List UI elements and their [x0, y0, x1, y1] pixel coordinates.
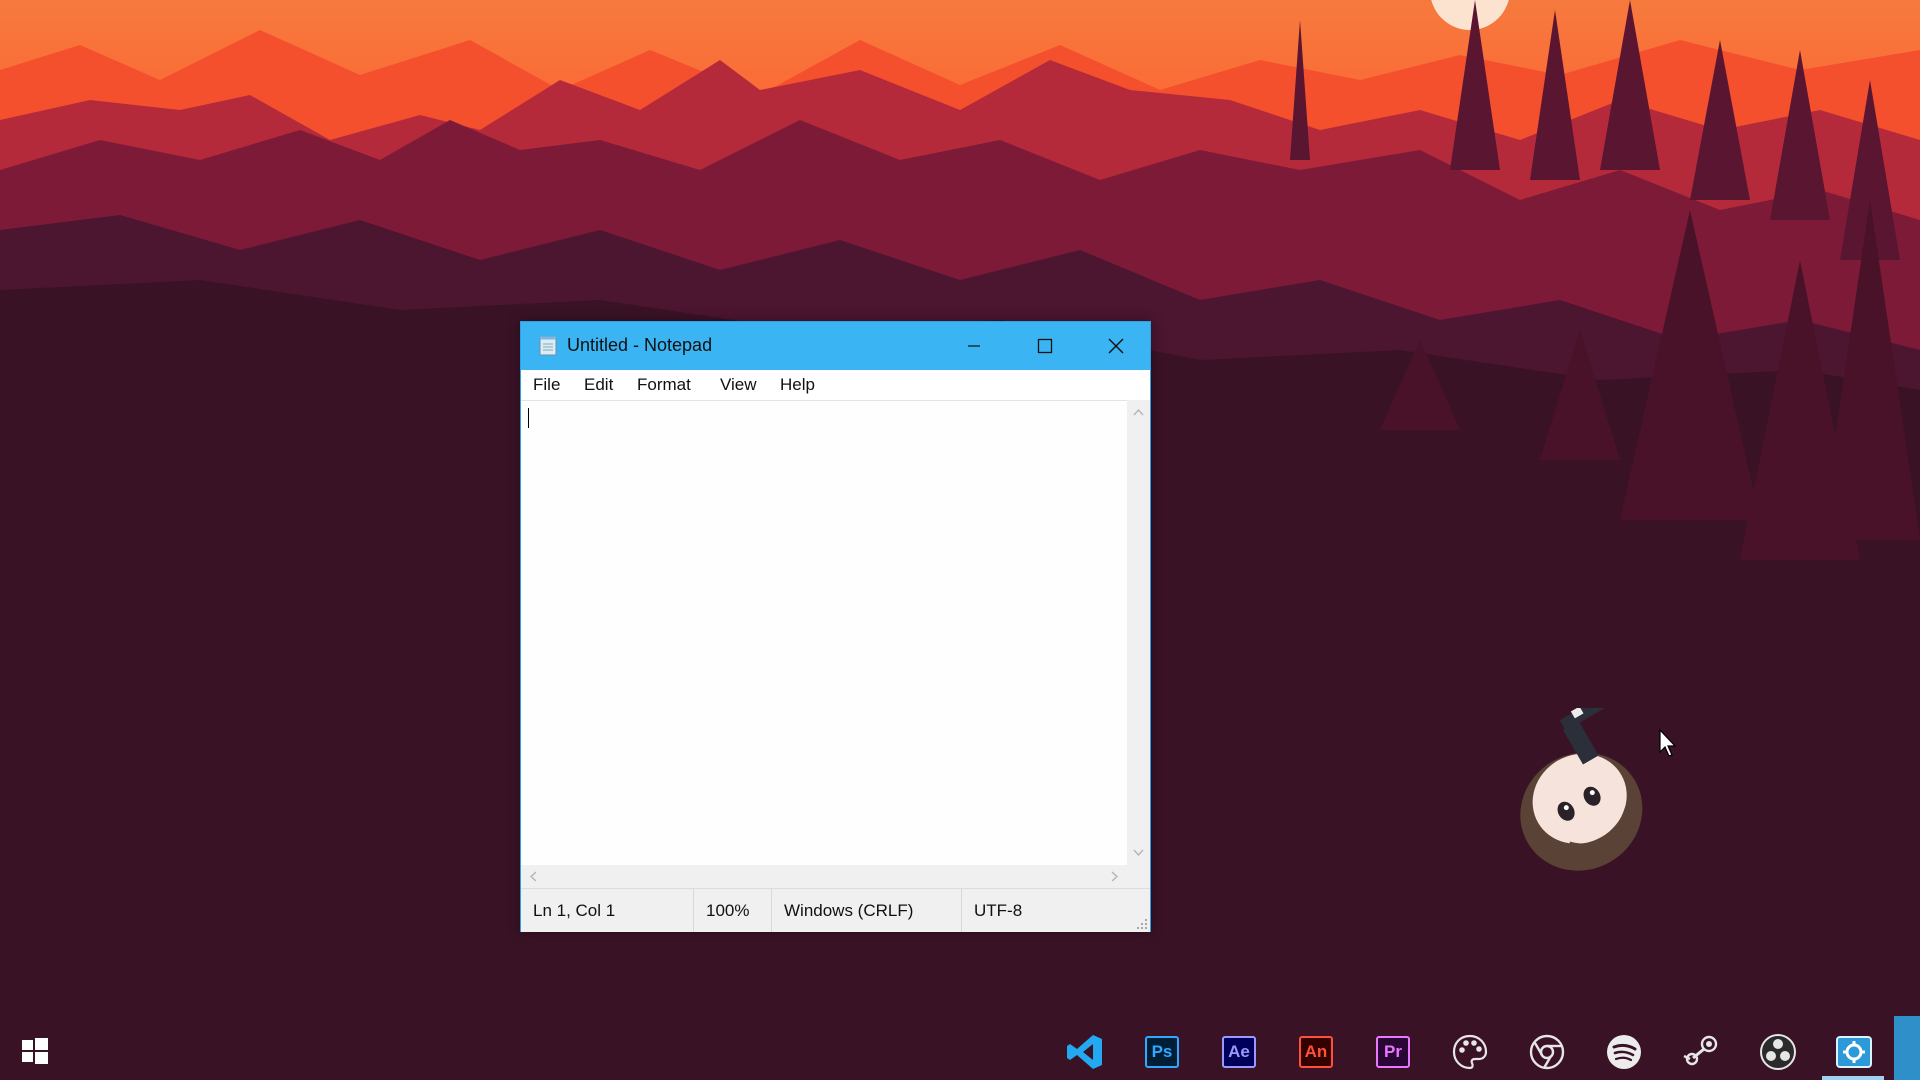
taskbar-app-spotify[interactable] — [1602, 1030, 1646, 1074]
minimize-button[interactable] — [939, 322, 1009, 370]
horizontal-scrollbar[interactable] — [521, 865, 1127, 888]
taskbar-app-obs[interactable] — [1756, 1030, 1800, 1074]
scroll-up-icon[interactable] — [1133, 408, 1144, 416]
mouse-cursor-icon — [1659, 728, 1677, 757]
menu-bar: File Edit Format View Help — [521, 370, 1150, 400]
taskbar-app-after-effects[interactable]: Ae — [1217, 1030, 1261, 1074]
spotify-icon — [1607, 1035, 1641, 1069]
vscode-icon — [1067, 1035, 1102, 1069]
close-icon — [1108, 338, 1124, 354]
status-encoding: UTF-8 — [961, 889, 1150, 932]
maximize-button[interactable] — [1010, 322, 1080, 370]
taskbar: Ps Ae An Pr — [0, 1020, 1920, 1080]
notepad-window: Untitled - Notepad File Edit Format View… — [520, 321, 1151, 932]
menu-file[interactable]: File — [531, 375, 562, 395]
taskbar-app-vscode[interactable] — [1063, 1030, 1107, 1074]
palette-icon — [1452, 1034, 1488, 1070]
animate-icon: An — [1299, 1036, 1333, 1068]
window-title: Untitled - Notepad — [567, 335, 713, 355]
text-editor[interactable] — [521, 400, 1127, 866]
taskbar-app-palette[interactable] — [1448, 1030, 1492, 1074]
menu-format[interactable]: Format — [635, 375, 693, 395]
taskbar-app-steam[interactable] — [1679, 1030, 1723, 1074]
title-bar[interactable]: Untitled - Notepad — [521, 322, 1150, 370]
resize-grip-icon[interactable] — [1136, 918, 1148, 930]
scroll-left-icon[interactable] — [529, 871, 537, 882]
obs-icon — [1760, 1034, 1796, 1070]
notepad-icon — [539, 336, 557, 356]
windows-start-icon[interactable] — [22, 1038, 48, 1064]
status-zoom: 100% — [693, 889, 771, 932]
maximize-icon — [1037, 338, 1053, 354]
photoshop-icon: Ps — [1145, 1036, 1179, 1068]
taskbar-app-photoshop[interactable]: Ps — [1140, 1030, 1184, 1074]
after-effects-icon: Ae — [1222, 1036, 1256, 1068]
taskbar-app-premiere[interactable]: Pr — [1371, 1030, 1415, 1074]
status-cursor-position: Ln 1, Col 1 — [533, 901, 616, 920]
status-bar: Ln 1, Col 1 100% Windows (CRLF) UTF-8 — [521, 888, 1150, 932]
vertical-scrollbar[interactable] — [1127, 400, 1150, 865]
steam-icon — [1683, 1035, 1718, 1066]
status-line-ending: Windows (CRLF) — [771, 889, 961, 932]
taskbar-app-chrome[interactable] — [1525, 1030, 1569, 1074]
taskbar-app-animate[interactable]: An — [1294, 1030, 1338, 1074]
settings-app-icon — [1836, 1036, 1872, 1068]
menu-help[interactable]: Help — [778, 375, 817, 395]
scroll-right-icon[interactable] — [1111, 871, 1119, 882]
show-desktop-button[interactable] — [1894, 1016, 1920, 1080]
chrome-icon — [1529, 1034, 1565, 1070]
scroll-corner — [1127, 865, 1150, 888]
menu-edit[interactable]: Edit — [582, 375, 615, 395]
taskbar-active-indicator — [1822, 1076, 1884, 1080]
scroll-down-icon[interactable] — [1133, 849, 1144, 857]
close-button[interactable] — [1081, 322, 1151, 370]
menu-view[interactable]: View — [718, 375, 759, 395]
premiere-icon: Pr — [1376, 1036, 1410, 1068]
minimize-icon — [968, 345, 980, 347]
taskbar-app-settings[interactable] — [1832, 1030, 1876, 1074]
text-caret — [528, 408, 529, 428]
